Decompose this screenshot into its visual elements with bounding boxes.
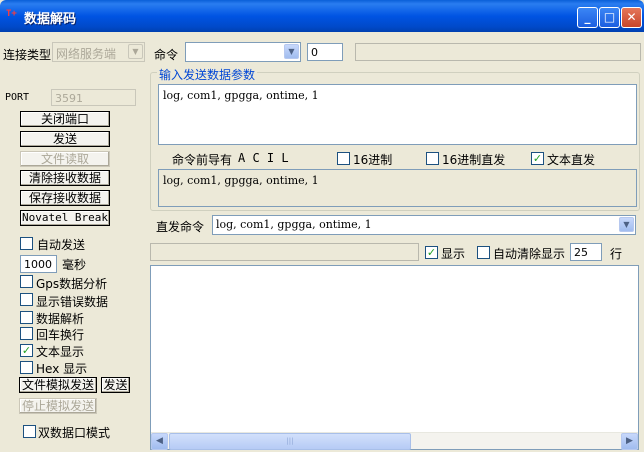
direct-command-label: 直发命令: [156, 220, 205, 234]
dual-port-label: 双数据口模式: [38, 426, 111, 440]
auto-clear-label: 自动清除显示: [493, 247, 566, 261]
maximize-icon[interactable]: □: [599, 7, 620, 28]
interval-input[interactable]: 1000: [20, 255, 57, 273]
show-errors-checkbox[interactable]: [20, 293, 33, 306]
horizontal-scrollbar[interactable]: ◀ ||| ▶: [151, 432, 638, 450]
output-area[interactable]: ◀ ||| ▶: [150, 265, 639, 450]
text-display-label: 文本显示: [36, 345, 85, 359]
app-icon: T+: [6, 9, 17, 19]
hex16-direct-checkbox[interactable]: [426, 152, 439, 165]
connection-type-label: 连接类型: [3, 48, 52, 62]
port-input[interactable]: 3591: [51, 89, 136, 106]
dual-port-checkbox[interactable]: [23, 425, 36, 438]
stop-sim-send-button[interactable]: 停止模拟发送: [19, 398, 97, 414]
hex16-direct-label: 16进制直发: [442, 153, 506, 167]
chevron-down-icon[interactable]: ▼: [284, 44, 299, 59]
text-direct-checkbox[interactable]: ✓: [531, 152, 544, 165]
hex-display-label: Hex 显示: [36, 362, 88, 376]
scroll-left-icon[interactable]: ◀: [151, 433, 168, 450]
output-text: [151, 266, 638, 432]
direct-command-select[interactable]: log, com1, gpgga, ontime, 1 ▼: [212, 215, 636, 235]
gps-analysis-checkbox[interactable]: [20, 275, 33, 288]
show-checkbox[interactable]: ✓: [425, 246, 438, 259]
crlf-label: 回车换行: [36, 328, 85, 342]
show-errors-label: 显示错误数据: [36, 295, 109, 309]
save-received-button[interactable]: 保存接收数据: [20, 190, 110, 206]
send-button[interactable]: 发送: [20, 131, 110, 147]
auto-clear-checkbox[interactable]: [477, 246, 490, 259]
file-read-button[interactable]: 文件读取: [20, 151, 110, 167]
port-label: PORT: [5, 92, 30, 103]
close-port-button[interactable]: 关闭端口: [20, 111, 110, 127]
crlf-checkbox[interactable]: [20, 327, 33, 340]
interval-unit: 毫秒: [62, 258, 87, 272]
data-parse-checkbox[interactable]: [20, 311, 33, 324]
lines-unit: 行: [610, 247, 623, 261]
scrollbar-thumb[interactable]: |||: [169, 433, 411, 450]
connection-type-select[interactable]: 网络服务端 ▼: [52, 42, 145, 62]
direct-command-value: log, com1, gpgga, ontime, 1: [216, 218, 372, 231]
gps-analysis-label: Gps数据分析: [36, 277, 108, 291]
display-status-field: [150, 243, 419, 261]
send-data-input[interactable]: log, com1, gpgga, ontime, 1: [158, 84, 637, 145]
title-bar[interactable]: T+ 数据解码 _ □ ✕: [0, 0, 644, 32]
clear-received-button[interactable]: 清除接收数据: [20, 170, 110, 186]
file-sim-send-button[interactable]: 文件模拟发送: [19, 377, 97, 393]
command-status-field: [355, 43, 641, 61]
text-direct-label: 文本直发: [547, 153, 596, 167]
prefix-value: A C I L: [238, 151, 289, 165]
hex-display-checkbox[interactable]: [20, 361, 33, 374]
command-label: 命令: [154, 48, 179, 62]
send-params-legend: 输入发送数据参数: [157, 66, 258, 83]
close-icon[interactable]: ✕: [621, 7, 642, 28]
file-sim-send-go-button[interactable]: 发送: [101, 377, 130, 393]
show-label: 显示: [441, 247, 466, 261]
prefix-label: 命令前导有: [172, 153, 233, 167]
novatel-break-button[interactable]: Novatel Break: [20, 210, 110, 226]
lines-input[interactable]: 25: [570, 243, 602, 261]
scroll-right-icon[interactable]: ▶: [621, 433, 638, 450]
window-title: 数据解码: [24, 12, 77, 27]
auto-send-label: 自动发送: [37, 238, 86, 252]
data-parse-label: 数据解析: [36, 312, 85, 326]
connection-type-value: 网络服务端: [56, 47, 117, 61]
hex16-label: 16进制: [353, 153, 393, 167]
chevron-down-icon[interactable]: ▼: [128, 44, 143, 59]
text-display-checkbox[interactable]: ✓: [20, 344, 33, 357]
minimize-icon[interactable]: _: [577, 7, 598, 28]
hex16-checkbox[interactable]: [337, 152, 350, 165]
command-number-input[interactable]: 0: [307, 43, 343, 61]
chevron-down-icon[interactable]: ▼: [619, 217, 634, 232]
command-select[interactable]: ▼: [185, 42, 301, 62]
send-preview-field: log, com1, gpgga, ontime, 1: [158, 169, 637, 207]
auto-send-checkbox[interactable]: [20, 237, 33, 250]
